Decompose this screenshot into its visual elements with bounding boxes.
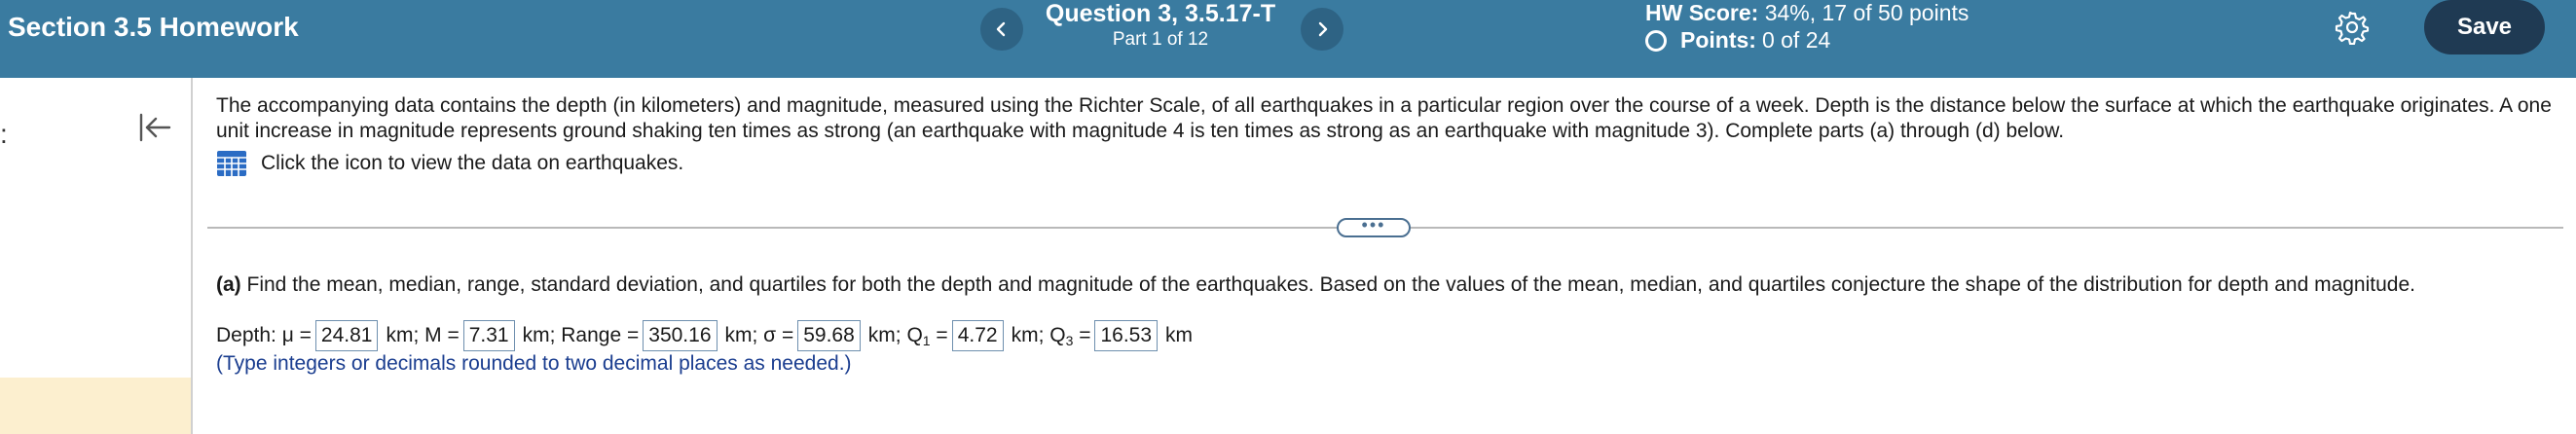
- hw-score-label: HW Score:: [1645, 0, 1759, 25]
- q3-prefix: km; Q3 =: [1012, 324, 1091, 348]
- rail-highlight[interactable]: [0, 378, 191, 434]
- save-button[interactable]: Save: [2424, 0, 2545, 54]
- left-rail: :: [0, 78, 193, 434]
- sd-answer-field[interactable]: 59.68: [797, 320, 861, 351]
- collapse-left-icon[interactable]: [136, 109, 173, 146]
- data-table-icon[interactable]: [216, 150, 247, 177]
- rounding-hint: (Type integers or decimals rounded to tw…: [216, 352, 852, 375]
- q3-prefix-a: km; Q: [1011, 323, 1066, 346]
- question-title: Question 3, 3.5.17-T: [1045, 0, 1276, 27]
- part-a-text: Find the mean, median, range, standard d…: [240, 273, 2415, 296]
- next-question-button[interactable]: [1301, 8, 1343, 51]
- part-a-label: (a): [216, 273, 241, 296]
- sd-prefix: km; σ =: [724, 324, 794, 346]
- hw-score: HW Score: 34%, 17 of 50 points: [1645, 0, 1969, 26]
- range-answer-field[interactable]: 350.16: [643, 320, 718, 351]
- question-content: The accompanying data contains the depth…: [216, 93, 2553, 177]
- top-header: Section 3.5 Homework Question 3, 3.5.17-…: [0, 0, 2576, 78]
- previous-question-button[interactable]: [980, 8, 1023, 51]
- unit-suffix: km: [1165, 324, 1194, 346]
- points-label: Points:: [1680, 27, 1756, 53]
- chevron-right-icon: [1318, 21, 1328, 37]
- data-link[interactable]: Click the icon to view the data on earth…: [216, 150, 2553, 177]
- points-status: Points: 0 of 24: [1645, 27, 1830, 54]
- depth-mean-prefix: Depth: μ =: [216, 324, 312, 346]
- depth-answers: Depth: μ = 24.81 km; M = 7.31 km; Range …: [216, 320, 1193, 351]
- q1-subscript: 1: [922, 332, 931, 348]
- mean-answer-field[interactable]: 24.81: [314, 320, 379, 351]
- intro-text: The accompanying data contains the depth…: [216, 94, 2552, 142]
- q1-prefix-b: =: [930, 323, 948, 346]
- points-value: 0 of 24: [1761, 27, 1831, 53]
- rail-handle[interactable]: :: [0, 119, 8, 150]
- question-part: Part 1 of 12: [1112, 29, 1209, 50]
- section-title: Section 3.5 Homework: [8, 12, 299, 42]
- q1-prefix: km; Q1 =: [868, 324, 948, 348]
- part-a-question: (a) Find the mean, median, range, standa…: [216, 273, 2415, 297]
- radio-circle-icon: [1645, 29, 1667, 52]
- q1-prefix-a: km; Q: [867, 323, 923, 346]
- q3-answer-field[interactable]: 16.53: [1094, 320, 1159, 351]
- hw-score-value: 34%, 17 of 50 points: [1764, 0, 1969, 25]
- q1-answer-field[interactable]: 4.72: [951, 320, 1004, 351]
- data-link-text[interactable]: Click the icon to view the data on earth…: [261, 151, 683, 176]
- median-prefix: km; M =: [386, 324, 460, 346]
- chevron-left-icon: [996, 21, 1006, 37]
- gear-icon[interactable]: [2335, 10, 2370, 45]
- range-prefix: km; Range =: [522, 324, 640, 346]
- q3-prefix-b: =: [1073, 323, 1091, 346]
- median-answer-field[interactable]: 7.31: [462, 320, 515, 351]
- expand-collapse-button[interactable]: •••: [1337, 215, 1411, 237]
- ellipsis-icon: •••: [1361, 215, 1386, 235]
